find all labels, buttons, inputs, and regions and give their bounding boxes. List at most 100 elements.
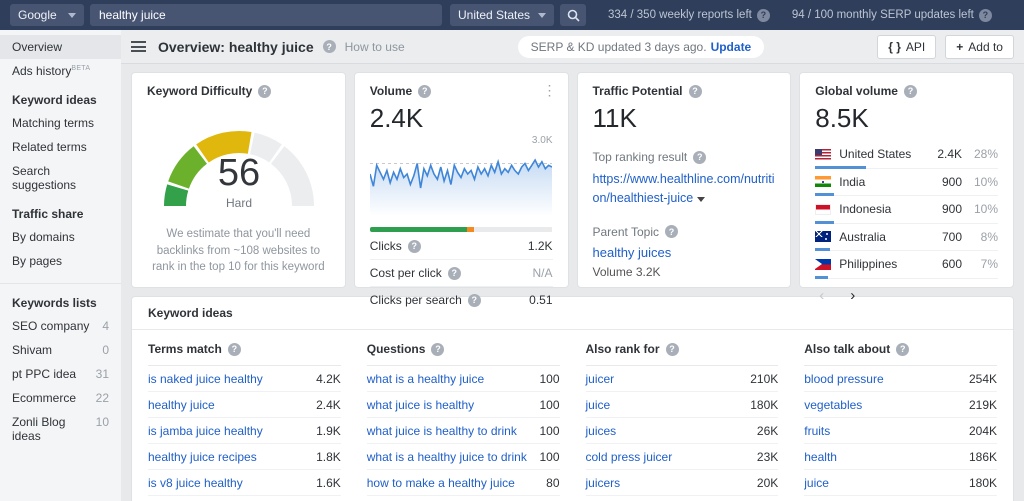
next-page-button[interactable]: › bbox=[850, 288, 855, 303]
country-select[interactable]: United States bbox=[450, 4, 554, 26]
card-title: Traffic Potential ? bbox=[593, 84, 776, 98]
country-value: United States bbox=[458, 8, 531, 22]
keyword-row: juicer 210K bbox=[585, 366, 779, 392]
keyword-link[interactable]: what is a healthy juice to drink bbox=[367, 450, 527, 464]
sidebar-item[interactable]: By domains bbox=[0, 225, 121, 249]
keyword-link[interactable]: juice bbox=[586, 398, 611, 412]
sidebar-item[interactable]: By pages bbox=[0, 249, 121, 273]
help-icon[interactable]: ? bbox=[665, 225, 678, 239]
sidebar-section-keyword-ideas: Keyword ideas bbox=[12, 93, 97, 107]
keywords-list-item[interactable]: pt PPC idea 31 bbox=[0, 362, 121, 386]
kebab-menu-icon[interactable]: ⋮ bbox=[543, 82, 557, 99]
volume-card: ⋮ Volume ? 2.4K 3.0K Clicks ? 1.2K Cost … bbox=[353, 72, 569, 307]
chevron-down-icon bbox=[68, 12, 76, 18]
keyword-link[interactable]: cold press juicer bbox=[586, 450, 673, 464]
search-button[interactable] bbox=[560, 4, 586, 26]
country-name: Philippines bbox=[839, 257, 898, 272]
keyword-row: is jamba juice healthy 1.9K bbox=[148, 418, 341, 444]
divider bbox=[0, 283, 121, 284]
keyword-link[interactable]: fruits bbox=[804, 424, 830, 438]
country-flag-icon bbox=[815, 203, 832, 215]
keyword-link[interactable]: health bbox=[804, 450, 837, 464]
card-title: Keyword Difficulty ? bbox=[147, 84, 330, 98]
metric-label: Clicks per search ? bbox=[370, 293, 481, 307]
keyword-link[interactable]: what is a healthy juice bbox=[367, 372, 484, 386]
help-icon[interactable]: ? bbox=[322, 40, 336, 53]
help-icon[interactable]: ? bbox=[418, 84, 432, 98]
sidebar-item[interactable]: Related terms bbox=[0, 135, 121, 159]
keywords-list-count: 4 bbox=[102, 319, 109, 333]
search-engine-select[interactable]: Google bbox=[10, 4, 84, 26]
help-icon[interactable]: ? bbox=[903, 84, 917, 98]
keyword-link[interactable]: what juice is healthy bbox=[367, 398, 474, 412]
keyword-row: vegetables 219K bbox=[804, 392, 997, 418]
metric-label: Cost per click ? bbox=[370, 266, 461, 280]
sidebar-item-overview[interactable]: Overview bbox=[0, 35, 121, 59]
keyword-search-input[interactable] bbox=[90, 4, 442, 26]
keyword-link[interactable]: what juice is healthy to drink bbox=[367, 424, 517, 438]
help-icon[interactable]: ? bbox=[431, 342, 445, 356]
view-all-link[interactable]: View all 138 › bbox=[804, 496, 997, 501]
keyword-volume: 4.2K bbox=[316, 371, 341, 386]
help-icon[interactable]: ? bbox=[693, 150, 707, 164]
help-icon[interactable]: ? bbox=[688, 84, 702, 98]
help-icon[interactable]: ? bbox=[896, 342, 910, 356]
also-rank-for-column: Also rank for? juicer 210K juice 180K ju… bbox=[585, 330, 779, 501]
help-icon[interactable]: ? bbox=[407, 239, 421, 253]
help-icon[interactable]: ? bbox=[467, 293, 481, 307]
country-name: India bbox=[839, 174, 866, 189]
country-percent: 10% bbox=[973, 202, 998, 217]
keyword-link[interactable]: is jamba juice healthy bbox=[148, 424, 263, 438]
update-link[interactable]: Update bbox=[711, 40, 752, 54]
help-icon[interactable]: ? bbox=[978, 8, 992, 22]
help-icon[interactable]: ? bbox=[665, 342, 679, 356]
content-area: Keyword Difficulty ? 56 Hard We estimate… bbox=[121, 64, 1024, 501]
keyword-link[interactable]: is v8 juice healthy bbox=[148, 476, 243, 490]
keyword-link[interactable]: juicers bbox=[586, 476, 621, 490]
view-all-link[interactable]: View all 6,185 › bbox=[586, 496, 779, 501]
parent-topic-volume: Volume 3.2K bbox=[592, 264, 661, 279]
keyword-link[interactable]: how to make a healthy juice bbox=[367, 476, 515, 490]
keyword-link[interactable]: blood pressure bbox=[804, 372, 883, 386]
country-volume: 2.4K bbox=[937, 147, 962, 162]
help-icon[interactable]: ? bbox=[447, 266, 461, 280]
view-all-link[interactable]: View all 465 › bbox=[367, 496, 560, 501]
parent-topic-link[interactable]: healthy juices bbox=[593, 245, 672, 260]
country-name: Indonesia bbox=[839, 202, 892, 217]
keywords-list-item[interactable]: Zonli Blog ideas 10 bbox=[0, 410, 121, 448]
keyword-link[interactable]: is naked juice healthy bbox=[148, 372, 263, 386]
search-engine-value: Google bbox=[18, 8, 57, 22]
view-all-link[interactable]: View all 5,198 › bbox=[148, 496, 341, 501]
keyword-difficulty-card: Keyword Difficulty ? 56 Hard We estimate… bbox=[131, 72, 346, 288]
keyword-link[interactable]: vegetables bbox=[804, 398, 862, 412]
keyword-volume: 100 bbox=[539, 397, 560, 412]
sidebar-item[interactable]: Matching terms bbox=[0, 111, 121, 135]
keywords-list-label: Ecommerce bbox=[12, 391, 77, 405]
help-icon[interactable]: ? bbox=[258, 84, 272, 98]
menu-icon[interactable] bbox=[131, 41, 146, 52]
prev-page-button[interactable]: ‹ bbox=[819, 288, 824, 303]
keyword-link[interactable]: juice bbox=[804, 476, 829, 490]
keyword-link[interactable]: juices bbox=[586, 424, 617, 438]
sidebar-item-ads-history[interactable]: Ads historyBETA bbox=[0, 59, 121, 83]
braces-icon: { } bbox=[888, 39, 901, 54]
keyword-link[interactable]: healthy juice bbox=[148, 398, 215, 412]
country-volume-bar bbox=[815, 275, 829, 279]
column-header: Also rank for? bbox=[585, 330, 779, 366]
keyword-ideas-panel: Keyword ideas Terms match? is naked juic… bbox=[131, 296, 1014, 501]
keywords-list-item[interactable]: SEO company 4 bbox=[0, 314, 121, 338]
how-to-use-link[interactable]: How to use bbox=[345, 40, 405, 54]
sidebar-item[interactable]: Search suggestions bbox=[0, 159, 121, 197]
help-icon[interactable]: ? bbox=[227, 342, 241, 356]
keywords-list-item[interactable]: Shivam 0 bbox=[0, 338, 121, 362]
keyword-volume: 1.9K bbox=[316, 423, 341, 438]
keywords-list-item[interactable]: Ecommerce 22 bbox=[0, 386, 121, 410]
keyword-row: what is a healthy juice to drink 100 bbox=[366, 444, 560, 470]
country-row: India 900 10% bbox=[815, 169, 998, 196]
api-button[interactable]: { } API bbox=[877, 34, 937, 59]
top-ranking-url-link[interactable]: https://www.healthline.com/nutrition/hea… bbox=[593, 170, 776, 209]
keyword-link[interactable]: healthy juice recipes bbox=[148, 450, 257, 464]
add-to-button[interactable]: + Add to bbox=[945, 34, 1014, 59]
help-icon[interactable]: ? bbox=[756, 8, 770, 22]
keyword-link[interactable]: juicer bbox=[586, 372, 615, 386]
